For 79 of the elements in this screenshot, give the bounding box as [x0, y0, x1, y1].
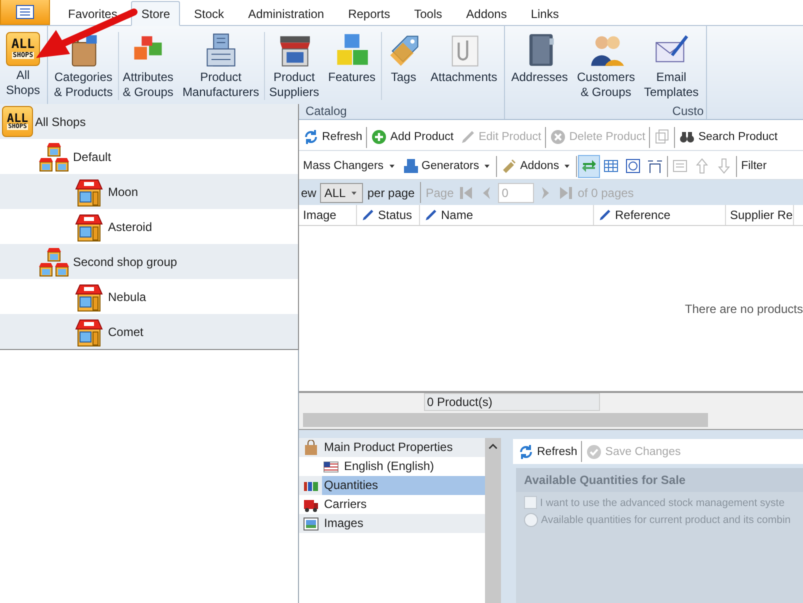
splitter[interactable] — [299, 429, 803, 436]
section-title: Available Quantities for Sale — [516, 468, 803, 492]
pencil-icon — [361, 208, 375, 222]
ribbon-tab[interactable]: Favorites — [58, 1, 128, 26]
scrollbar-thumb[interactable] — [303, 413, 708, 427]
swap-icon — [581, 158, 598, 174]
shop-tree-item[interactable]: Default — [73, 150, 112, 164]
ribbon-tab[interactable]: Reports — [338, 1, 400, 26]
ribbon-button[interactable]: Addresses — [507, 26, 573, 104]
shop-tree-item[interactable]: Asteroid — [108, 220, 152, 234]
ribbon-tab[interactable]: Administration — [238, 1, 334, 26]
check-circle-icon — [586, 444, 602, 460]
refresh-icon — [518, 444, 534, 460]
ribbon-button[interactable]: Email Templates — [640, 26, 704, 104]
ribbon-tab[interactable]: Tools — [404, 1, 452, 26]
delete-icon — [550, 129, 566, 145]
toolbar-button[interactable]: Addons — [498, 154, 576, 178]
move-down-icon — [716, 158, 732, 174]
ribbon-button[interactable]: Categories & Products — [50, 26, 118, 104]
option-label: Available quantities for current product and its combin — [541, 514, 791, 526]
copy-icon — [654, 129, 670, 145]
per-page-label: per page — [367, 186, 415, 200]
menu-icon — [16, 5, 34, 19]
binoculars-icon — [679, 129, 696, 145]
column-header[interactable]: Supplier Re — [726, 205, 794, 225]
option-label: I want to use the advanced stock management syste — [540, 496, 785, 508]
list-icon — [672, 158, 688, 174]
shop-tree-item[interactable]: Nebula — [108, 290, 146, 304]
target-icon — [625, 158, 642, 174]
ribbon-button[interactable]: Attachments — [426, 26, 502, 104]
nav-item[interactable]: English (English) — [342, 457, 485, 476]
ribbon-tab[interactable]: Addons — [456, 1, 517, 26]
nav-item[interactable]: Carriers — [322, 495, 485, 514]
toolbar-icon-button[interactable] — [578, 154, 600, 178]
ribbon-button[interactable]: Features — [324, 26, 381, 104]
ribbon-tab[interactable]: Links — [520, 1, 569, 26]
columns-icon — [647, 158, 664, 174]
picture-icon — [303, 516, 319, 532]
product-count: 0 Product(s) — [424, 393, 600, 411]
column-header[interactable]: Status — [357, 205, 420, 225]
toolbar-button[interactable]: Refresh — [515, 440, 580, 463]
column-header[interactable]: Reference — [594, 205, 726, 225]
pencil-icon — [424, 208, 438, 222]
ribbon-button[interactable]: Product Suppliers — [265, 26, 324, 104]
empty-message: There are no products — [684, 302, 803, 316]
toolbar-button[interactable]: Mass Changers — [300, 154, 400, 178]
ribbon-group-label: Catalog — [305, 104, 347, 119]
scrollbar[interactable] — [485, 438, 501, 603]
page-label: Page — [426, 186, 454, 200]
move-up-icon — [694, 158, 710, 174]
ribbon-tab[interactable]: Store — [131, 1, 180, 26]
toolbar-button[interactable]: Search Product — [676, 126, 781, 148]
app-menu-button[interactable] — [0, 0, 50, 25]
toolbar-button[interactable]: Filter — [738, 154, 770, 178]
shop-tree-item[interactable]: Moon — [108, 184, 138, 198]
table-icon — [603, 158, 620, 174]
ribbon-button[interactable]: Attributes & Groups — [118, 26, 178, 104]
bag-icon — [303, 440, 319, 456]
ribbon-button[interactable]: Product Manufacturers — [178, 26, 264, 104]
add-icon — [371, 129, 388, 145]
page-count: of 0 pages — [578, 186, 634, 200]
ribbon-button[interactable]: Customers & Groups — [572, 26, 640, 104]
shop-tree-item[interactable]: Second shop group — [73, 254, 178, 268]
toolbar-button[interactable]: Add Product — [368, 126, 457, 148]
view-label: ew — [301, 186, 316, 200]
refresh-icon — [303, 129, 319, 145]
shop-tree-item[interactable]: All Shops — [35, 114, 86, 128]
last-page-icon — [558, 184, 574, 200]
shop-tree-item[interactable]: Comet — [108, 324, 144, 338]
ribbon-button[interactable]: Tags — [382, 26, 427, 104]
ribbon-tab[interactable]: Stock — [184, 1, 234, 26]
nav-item[interactable]: Quantities — [322, 476, 485, 495]
pencil-icon — [460, 129, 476, 145]
column-header[interactable]: Name — [420, 205, 594, 225]
toolbar-button[interactable]: Refresh — [300, 126, 366, 148]
ribbon-group-label: Custo — [672, 104, 704, 119]
toolbar-button[interactable]: Generators — [400, 154, 496, 178]
pencil-icon — [598, 208, 612, 222]
first-page-icon — [458, 184, 474, 200]
